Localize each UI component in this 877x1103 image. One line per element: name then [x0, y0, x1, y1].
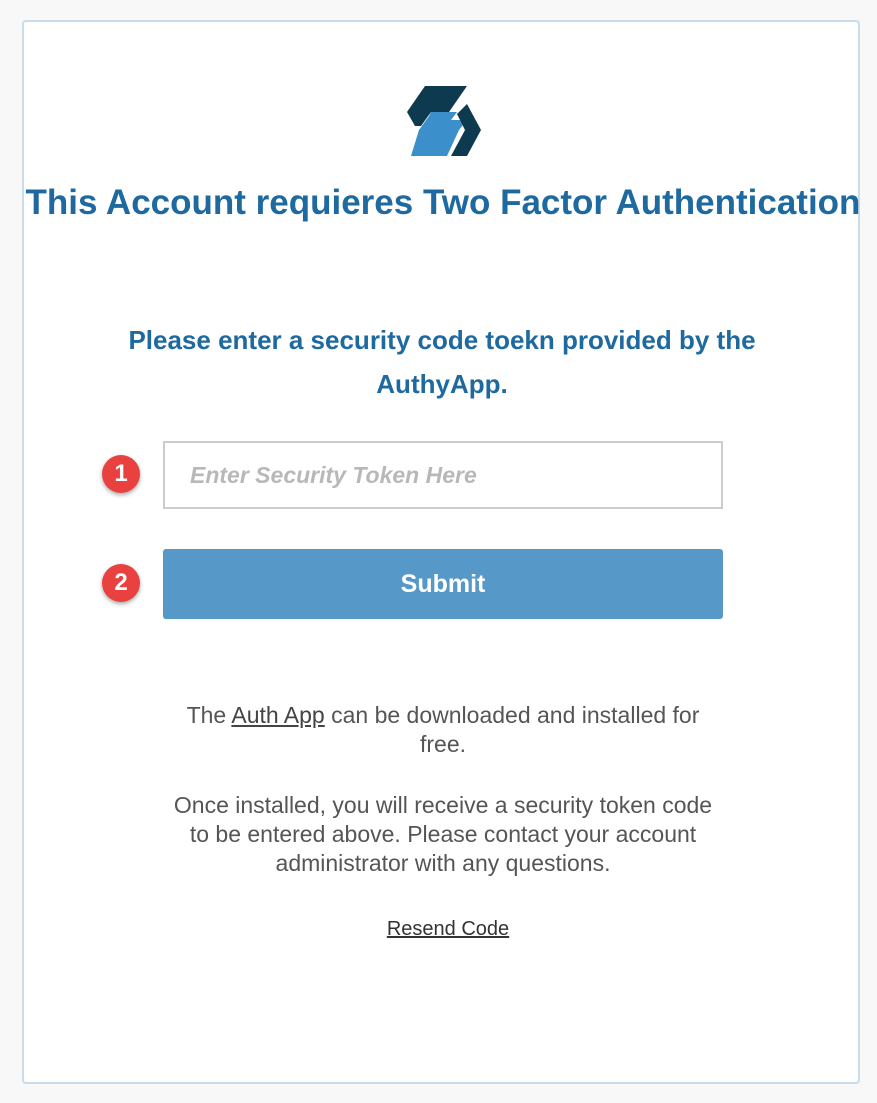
auth-card: This Account requieres Two Factor Authen…: [22, 20, 860, 1084]
logo-dark-top-shape: [407, 86, 467, 112]
instruction-text: Please enter a security code toekn provi…: [128, 325, 756, 399]
download-info-suffix: can be downloaded and installed for free…: [324, 702, 700, 757]
download-info-prefix: The: [186, 702, 232, 728]
step-badge-2: 2: [102, 564, 140, 602]
submit-button[interactable]: Submit: [163, 549, 723, 619]
page-title: This Account requieres Two Factor Authen…: [25, 183, 861, 222]
resend-code-link[interactable]: Resend Code: [24, 918, 872, 941]
auth-app-link[interactable]: Auth App: [231, 702, 324, 728]
installed-info-text: Once installed, you will receive a secur…: [173, 792, 713, 876]
logo-light-bottom-shape: [411, 130, 459, 156]
authy-logo-icon: [407, 86, 481, 156]
step-badge-1: 1: [102, 455, 140, 493]
security-token-input[interactable]: [163, 441, 723, 509]
download-info-text: The Auth App can be downloaded and insta…: [163, 701, 723, 759]
